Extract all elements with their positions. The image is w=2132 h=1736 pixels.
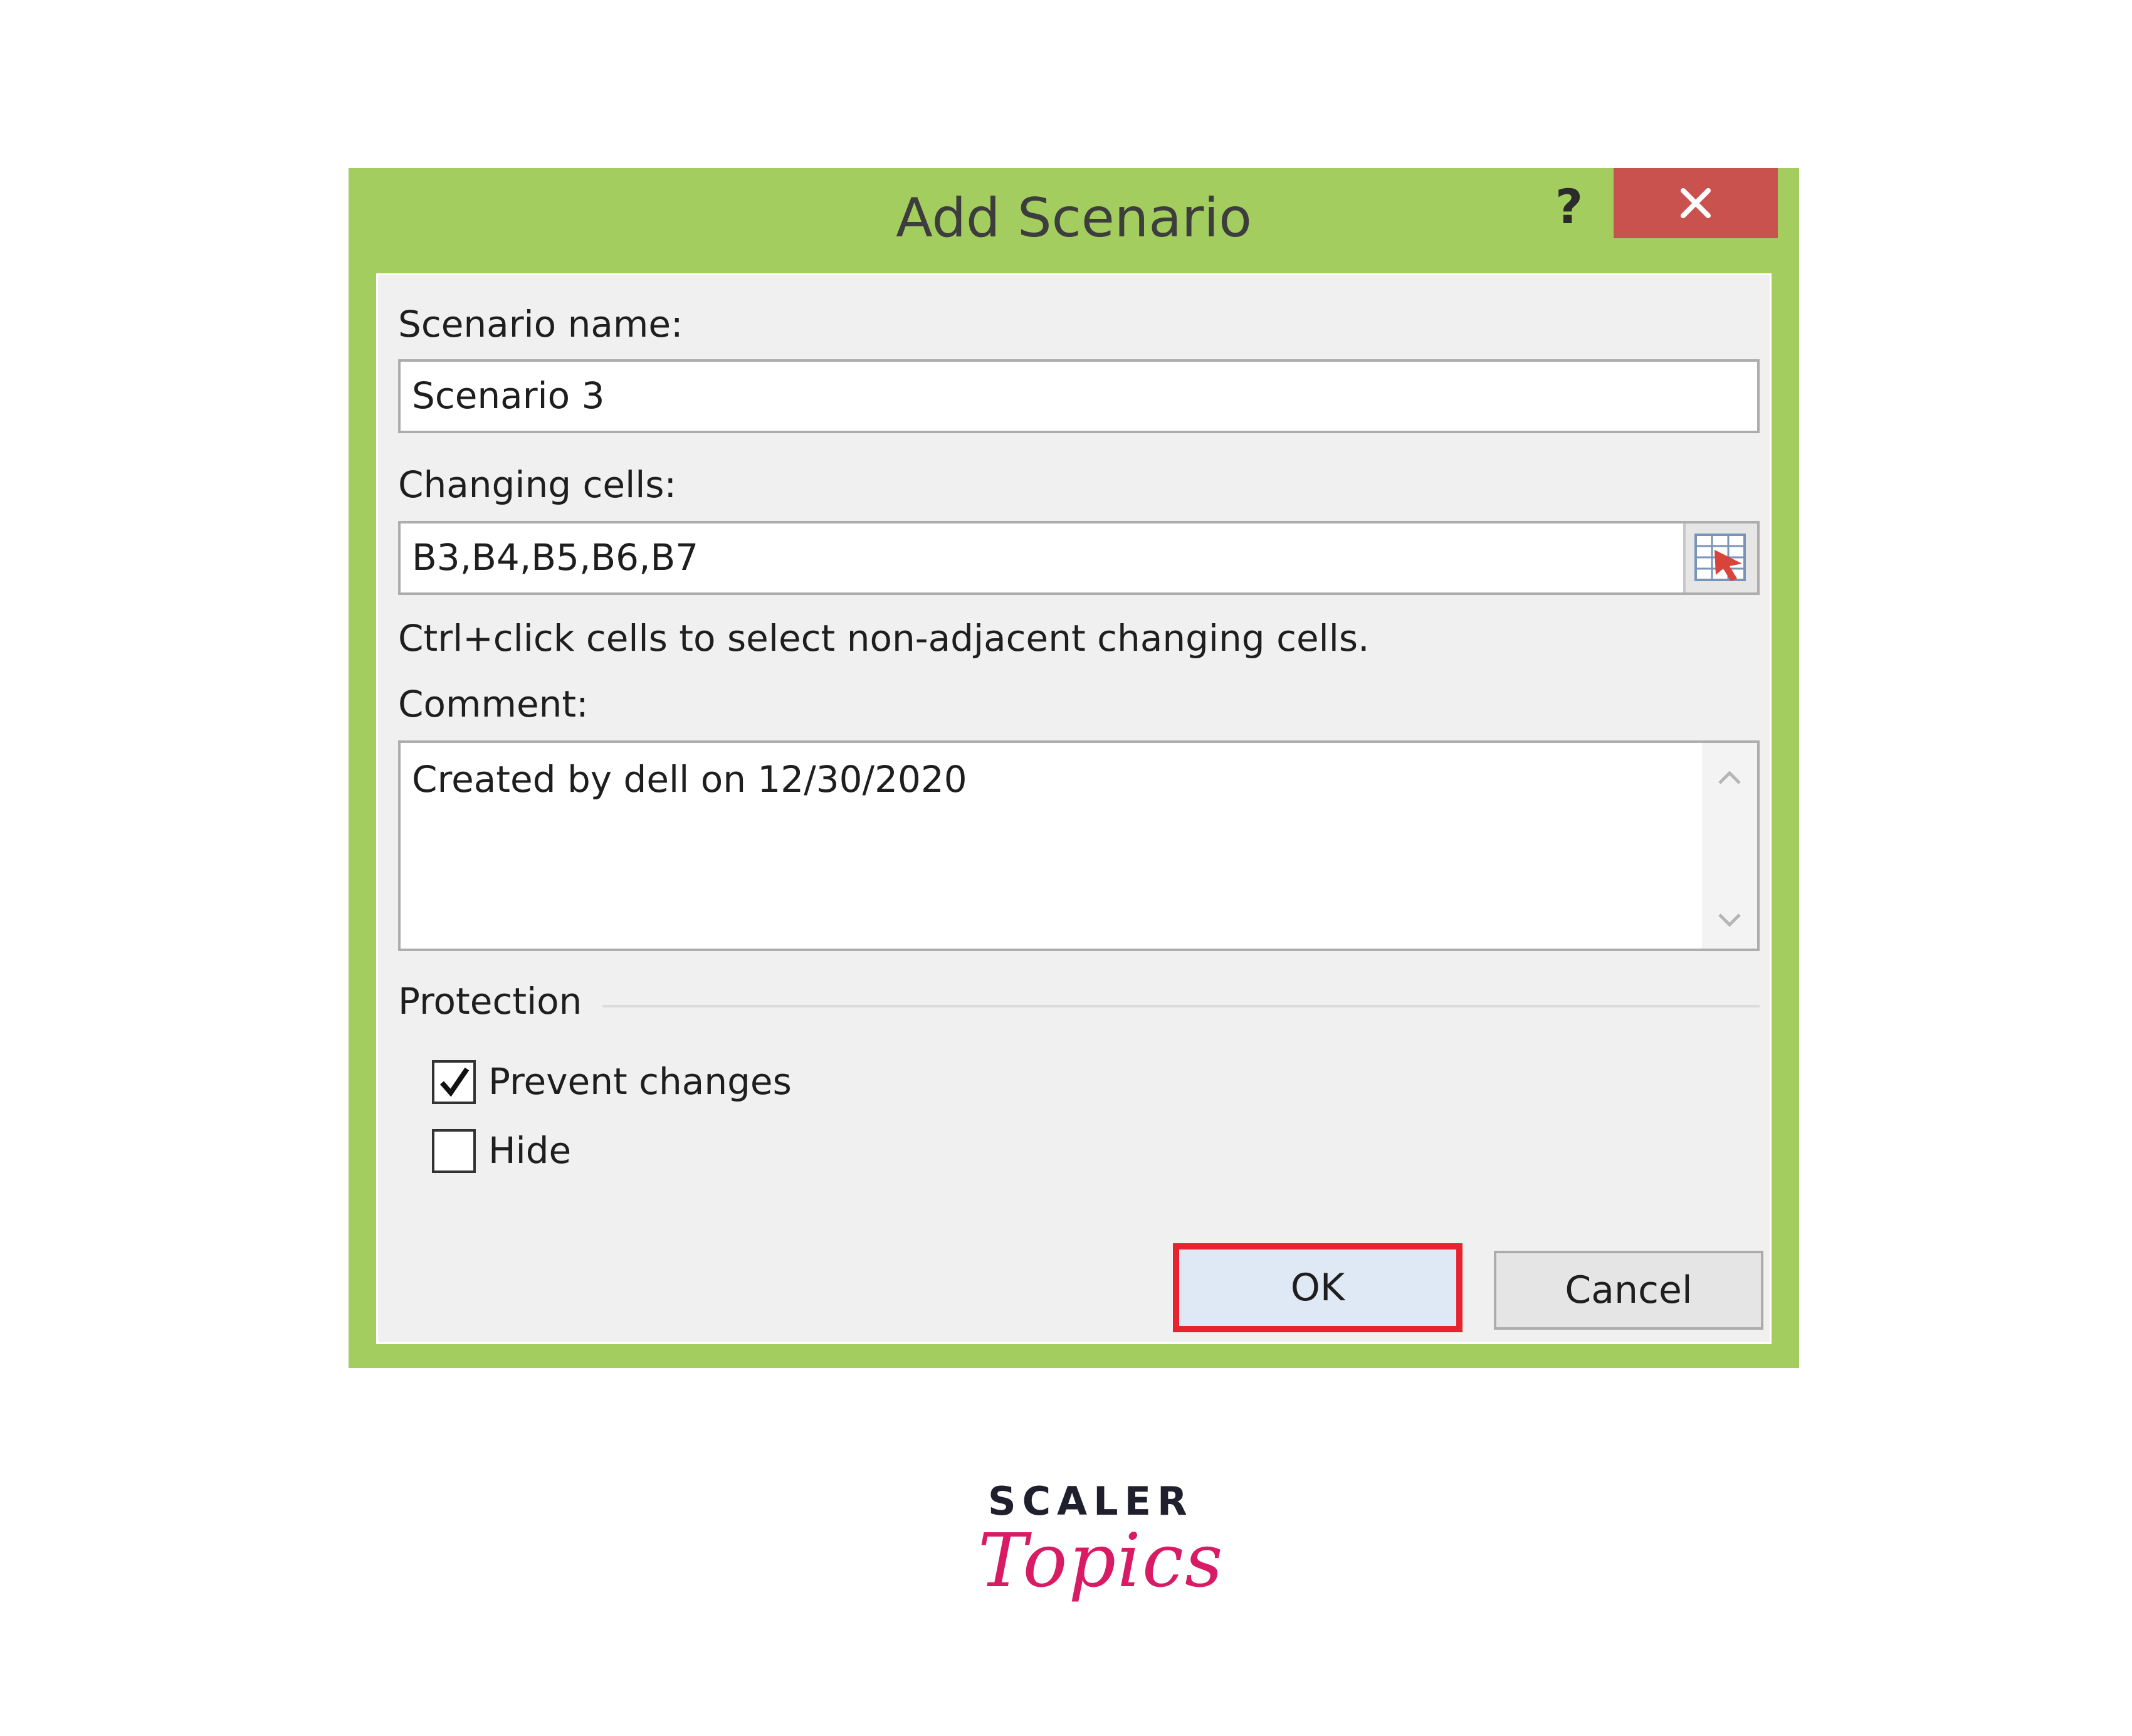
comment-label: Comment: — [398, 683, 589, 725]
hide-checkbox[interactable] — [432, 1129, 476, 1173]
dialog-body: Scenario name: Scenario 3 Changing cells… — [376, 273, 1772, 1344]
help-button[interactable]: ? — [1542, 177, 1596, 237]
comment-scrollbar[interactable] — [1702, 743, 1757, 949]
range-select-button[interactable] — [1683, 523, 1757, 592]
range-select-icon — [1694, 534, 1746, 581]
scroll-up-arrow-icon[interactable] — [1716, 764, 1743, 792]
protection-separator — [602, 1005, 1760, 1007]
changing-cells-label: Changing cells: — [398, 463, 677, 506]
changing-cells-value: B3,B4,B5,B6,B7 — [412, 536, 699, 579]
hide-label[interactable]: Hide — [488, 1129, 571, 1172]
scenario-name-label: Scenario name: — [398, 303, 683, 345]
prevent-changes-checkbox[interactable] — [432, 1060, 476, 1104]
checkmark-icon — [439, 1067, 470, 1097]
changing-cells-input[interactable]: B3,B4,B5,B6,B7 — [398, 521, 1760, 595]
scenario-name-value: Scenario 3 — [412, 374, 605, 417]
prevent-changes-label[interactable]: Prevent changes — [488, 1060, 792, 1103]
comment-value: Created by dell on 12/30/2020 — [412, 758, 967, 801]
brand-logo-topics: Topics — [978, 1517, 1224, 1604]
comment-textarea[interactable]: Created by dell on 12/30/2020 — [398, 740, 1760, 951]
changing-cells-hint: Ctrl+click cells to select non-adjacent … — [398, 617, 1370, 660]
protection-group-label: Protection — [398, 980, 582, 1023]
ok-button[interactable]: OK — [1173, 1243, 1462, 1332]
add-scenario-dialog: Add Scenario ? Scenario name: Scenario 3… — [349, 168, 1799, 1368]
close-icon — [1681, 188, 1711, 218]
cancel-button[interactable]: Cancel — [1494, 1251, 1763, 1330]
scroll-down-arrow-icon[interactable] — [1716, 906, 1743, 934]
close-button[interactable] — [1614, 168, 1778, 238]
scenario-name-input[interactable]: Scenario 3 — [398, 359, 1760, 433]
